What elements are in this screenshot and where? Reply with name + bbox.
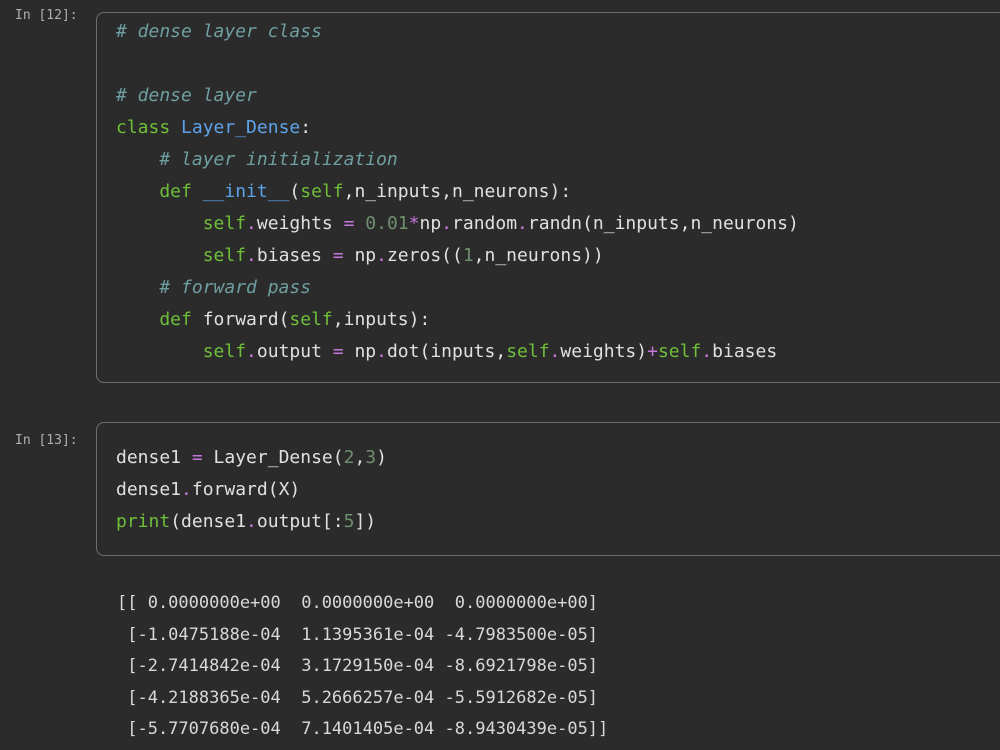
code-line: dense1.forward(X)	[116, 474, 387, 506]
code-token: def	[116, 181, 203, 202]
code-token: (	[289, 181, 301, 202]
code-line: # dense layer	[116, 80, 799, 112]
code-token: .	[376, 341, 387, 362]
code-line: self.biases = np.zeros((1,n_neurons))	[116, 240, 799, 272]
code-token: # layer initialization	[116, 149, 398, 170]
code-token: 5	[343, 511, 355, 532]
code-token: dense1	[116, 479, 182, 500]
code-token: np	[354, 245, 377, 266]
code-token: np	[354, 341, 377, 362]
output-line: [-5.7707680e-04 7.1401405e-04 -8.9430439…	[117, 719, 609, 739]
code-token: .	[701, 341, 713, 362]
code-token: dot(inputs,	[386, 341, 507, 362]
code-token: forward(X)	[191, 479, 301, 500]
code-token: zeros((	[386, 245, 463, 266]
code-token: randn(n_inputs,n_neurons)	[527, 213, 799, 234]
code-token: biases	[256, 245, 333, 266]
code-token: =	[191, 447, 214, 468]
code-token: self	[116, 341, 247, 362]
code-token: ,inputs):	[332, 309, 431, 330]
code-line: dense1 = Layer_Dense(2,3)	[116, 442, 387, 474]
code-token: 2	[343, 447, 355, 468]
code-cell-12[interactable]: # dense layer class # dense layer class La…	[96, 12, 1000, 383]
code-token: np	[419, 213, 442, 234]
code-token: .	[181, 479, 192, 500]
code-token: (dense1	[170, 511, 247, 532]
code-cell-13[interactable]: dense1 = Layer_Dense(2,3) dense1.forward(…	[96, 422, 1000, 556]
code-token: Layer_Dense	[181, 117, 301, 138]
code-token: # dense layer	[116, 85, 257, 106]
cell-output: [[ 0.0000000e+00 0.0000000e+00 0.0000000…	[117, 588, 608, 746]
code-token: __init__	[202, 181, 290, 202]
code-token: :	[300, 117, 312, 138]
code-token: forward	[202, 309, 279, 330]
code-line: self.weights = 0.01*np.random.randn(n_in…	[116, 208, 799, 240]
code-token: self	[506, 341, 550, 362]
code-token: 3	[365, 447, 377, 468]
code-token: self	[116, 213, 247, 234]
code-token: class	[116, 117, 182, 138]
code-token: ,n_neurons))	[473, 245, 604, 266]
code-token: .	[246, 341, 257, 362]
code-line: print(dense1.output[:5])	[116, 506, 387, 538]
code-token: .	[246, 245, 257, 266]
code-token: random	[452, 213, 518, 234]
code-token: weights)	[560, 341, 648, 362]
code-token: .	[246, 511, 257, 532]
code-token: def	[116, 309, 203, 330]
output-line: [-2.7414842e-04 3.1729150e-04 -8.6921798…	[117, 656, 599, 676]
output-line: [-1.0475188e-04 1.1395361e-04 -4.7983500…	[117, 624, 599, 645]
code-line: # layer initialization	[116, 144, 799, 176]
output-line: [-4.2188365e-04 5.2666257e-04 -5.5912682…	[117, 687, 599, 708]
code-editor[interactable]: # dense layer class # dense layer class La…	[116, 16, 799, 368]
code-token: output	[256, 341, 333, 362]
code-token: print	[116, 511, 171, 532]
code-line: # dense layer class	[116, 16, 799, 48]
code-token: +	[647, 341, 658, 362]
code-token: output[:	[256, 511, 344, 532]
code-token: self	[289, 309, 333, 330]
cell-prompt-12: In [12]:	[15, 8, 78, 23]
cell-prompt-13: In [13]:	[15, 433, 78, 448]
code-token: 0.01	[365, 213, 409, 234]
code-token: dense1	[116, 447, 192, 468]
code-token: self	[657, 341, 702, 362]
code-token: =	[332, 245, 355, 266]
code-token: # forward pass	[116, 277, 312, 298]
code-token: =	[343, 213, 366, 234]
code-line: def __init__(self,n_inputs,n_neurons):	[116, 176, 799, 208]
output-line: [[ 0.0000000e+00 0.0000000e+00 0.0000000…	[117, 593, 599, 613]
code-token: (	[278, 309, 290, 330]
code-token: )	[376, 447, 387, 468]
code-token: ,n_inputs,n_neurons):	[343, 181, 572, 202]
code-token: # dense layer class	[116, 21, 322, 42]
code-line: def forward(self,inputs):	[116, 304, 799, 336]
code-token: self	[116, 245, 247, 266]
code-token: .	[517, 213, 528, 234]
code-token: .	[549, 341, 561, 362]
code-token: *	[408, 213, 420, 234]
code-token: ])	[354, 511, 377, 532]
code-token: .	[246, 213, 257, 234]
code-token: Layer_Dense(	[213, 447, 344, 468]
code-token: .	[376, 245, 387, 266]
code-editor[interactable]: dense1 = Layer_Dense(2,3) dense1.forward(…	[116, 442, 387, 538]
code-token: 1	[462, 245, 474, 266]
code-token: .	[441, 213, 453, 234]
code-line: self.output = np.dot(inputs,self.weights…	[116, 336, 799, 368]
code-token: weights	[256, 213, 344, 234]
code-token: =	[332, 341, 355, 362]
code-line: class Layer_Dense:	[116, 112, 799, 144]
code-line: # forward pass	[116, 272, 799, 304]
notebook: In [12]: # dense layer class # dense laye…	[0, 0, 1000, 750]
code-token: self	[300, 181, 344, 202]
code-token: ,	[354, 447, 366, 468]
code-token: biases	[712, 341, 778, 362]
